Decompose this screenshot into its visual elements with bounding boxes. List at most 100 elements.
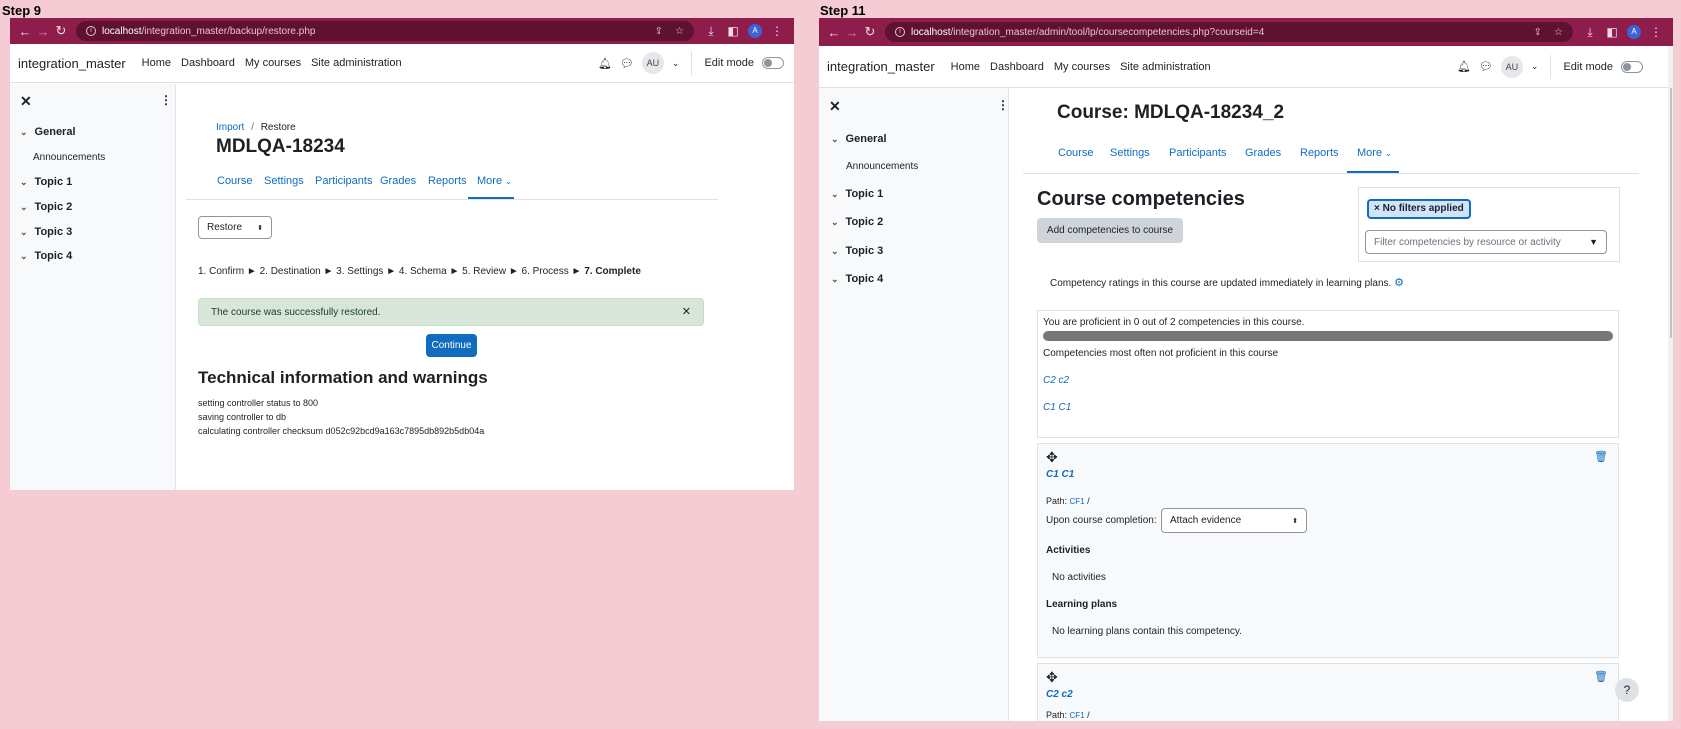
nav-dashboard[interactable]: Dashboard [990,61,1044,73]
nav-site-administration[interactable]: Site administration [311,57,402,69]
back-icon[interactable]: ← [825,25,843,40]
edit-mode-toggle[interactable] [762,57,784,69]
nav-dashboard[interactable]: Dashboard [181,57,235,69]
reload-icon[interactable]: ↻ [52,23,70,39]
tab-settings[interactable]: Settings [264,175,304,187]
section-general[interactable]: ⌄ General [20,126,76,138]
item-announcements[interactable]: Announcements [846,161,918,172]
move-icon[interactable]: ✥ [1046,669,1058,686]
sidepanel-icon[interactable]: ◧ [1601,25,1623,39]
competency-link[interactable]: C2 c2 [1043,375,1069,386]
profile-avatar[interactable]: A [1627,25,1641,39]
nav-site-administration[interactable]: Site administration [1120,61,1211,73]
completion-action-select[interactable]: Attach evidence ⬍ [1161,508,1307,533]
notifications-bell-icon[interactable]: 🔔︎ [1457,60,1471,73]
tab-grades[interactable]: Grades [380,175,416,187]
section-topic-2[interactable]: ⌄ Topic 2 [831,216,883,228]
site-brand[interactable]: integration_master [18,56,126,71]
item-announcements[interactable]: Announcements [33,152,105,163]
messages-icon[interactable]: 💬︎ [1479,60,1493,73]
move-icon[interactable]: ✥ [1046,449,1058,466]
tab-settings[interactable]: Settings [1110,147,1150,159]
chevron-down-icon[interactable]: ⌄ [831,274,839,284]
filter-competencies-select[interactable]: Filter competencies by resource or activ… [1365,230,1607,254]
profile-avatar[interactable]: A [748,24,762,38]
chevron-down-icon[interactable]: ⌄ [20,177,28,187]
help-button[interactable]: ? [1615,678,1639,702]
user-avatar[interactable]: AU [641,52,664,74]
tab-more[interactable]: More ⌄ [477,175,512,187]
site-brand[interactable]: integration_master [827,59,935,74]
section-topic-1[interactable]: ⌄ Topic 1 [20,176,72,188]
no-filters-badge[interactable]: × No filters applied [1367,199,1471,219]
chevron-down-icon[interactable]: ⌄ [831,217,839,227]
competency-title[interactable]: C2 c2 [1046,689,1073,700]
menu-kebab-icon[interactable]: ⋮ [766,24,788,38]
chevron-down-icon[interactable]: ⌄ [831,246,839,256]
chevron-down-icon[interactable]: ⌄ [831,134,839,144]
gear-icon[interactable]: ⚙ [1394,277,1404,289]
forward-icon[interactable]: → [843,25,861,40]
page-scrollbar[interactable] [1668,46,1673,721]
back-icon[interactable]: ← [16,24,34,39]
competency-link[interactable]: C1 C1 [1043,402,1071,413]
chevron-down-icon[interactable]: ⌄ [20,127,28,137]
sidepanel-icon[interactable]: ◧ [722,24,744,38]
chevron-down-icon[interactable]: ⌄ [20,227,28,237]
add-competencies-button[interactable]: Add competencies to course [1037,218,1183,243]
chevron-down-icon[interactable]: ⌄ [20,251,28,261]
site-info-icon[interactable]: i [895,27,905,37]
tab-grades[interactable]: Grades [1245,147,1281,159]
trash-icon[interactable]: 🗑︎ [1594,450,1608,463]
chevron-down-icon[interactable]: ⌄ [20,202,28,212]
forward-icon[interactable]: → [34,24,52,39]
path-link[interactable]: CF1 [1070,711,1085,720]
notifications-bell-icon[interactable]: 🔔︎ [598,57,612,70]
nav-my-courses[interactable]: My courses [245,57,301,69]
chevron-down-icon[interactable]: ⌄ [831,189,839,199]
edit-mode-toggle[interactable] [1621,60,1643,73]
section-topic-2[interactable]: ⌄ Topic 2 [20,201,72,213]
bookmark-star-icon[interactable]: ☆ [1554,27,1563,38]
close-icon[interactable]: ✕ [682,305,691,318]
tab-course[interactable]: Course [217,175,252,187]
address-bar[interactable]: i localhost/integration_master/admin/too… [885,22,1573,42]
nav-home[interactable]: Home [142,57,171,69]
breadcrumb-import[interactable]: Import [216,122,244,133]
download-icon[interactable]: ⤓ [1579,25,1601,40]
tab-reports[interactable]: Reports [1300,147,1339,159]
section-topic-3[interactable]: ⌄ Topic 3 [20,226,72,238]
kebab-menu-icon[interactable]: ⋮ [997,98,1009,112]
path-link[interactable]: CF1 [1070,497,1085,506]
download-icon[interactable]: ⤓ [700,24,722,39]
nav-home[interactable]: Home [951,61,980,73]
reload-icon[interactable]: ↻ [861,24,879,40]
trash-icon[interactable]: 🗑︎ [1594,670,1608,683]
chevron-down-icon[interactable]: ⌄ [1531,61,1539,72]
section-general[interactable]: ⌄ General [831,133,887,145]
close-icon[interactable]: ✕ [829,98,841,115]
tab-participants[interactable]: Participants [315,175,372,187]
competency-title[interactable]: C1 C1 [1046,469,1074,480]
chevron-down-icon[interactable]: ⌄ [672,58,680,69]
restore-select[interactable]: Restore ⬍ [198,216,272,239]
continue-button[interactable]: Continue [426,334,477,357]
messages-icon[interactable]: 💬︎ [620,57,634,70]
close-icon[interactable]: ✕ [20,93,32,110]
nav-my-courses[interactable]: My courses [1054,61,1110,73]
section-topic-3[interactable]: ⌄ Topic 3 [831,245,883,257]
share-icon[interactable]: ⇪ [1534,27,1542,38]
section-topic-1[interactable]: ⌄ Topic 1 [831,188,883,200]
scrollbar-thumb[interactable] [1670,88,1672,338]
tab-participants[interactable]: Participants [1169,147,1226,159]
section-topic-4[interactable]: ⌄ Topic 4 [831,273,883,285]
tab-more[interactable]: More ⌄ [1357,147,1392,159]
bookmark-star-icon[interactable]: ☆ [675,26,684,37]
tab-course[interactable]: Course [1058,147,1093,159]
user-avatar[interactable]: AU [1500,55,1523,78]
tab-reports[interactable]: Reports [428,175,467,187]
site-info-icon[interactable]: i [86,26,96,36]
menu-kebab-icon[interactable]: ⋮ [1645,25,1667,39]
share-icon[interactable]: ⇪ [655,26,663,37]
section-topic-4[interactable]: ⌄ Topic 4 [20,250,72,262]
